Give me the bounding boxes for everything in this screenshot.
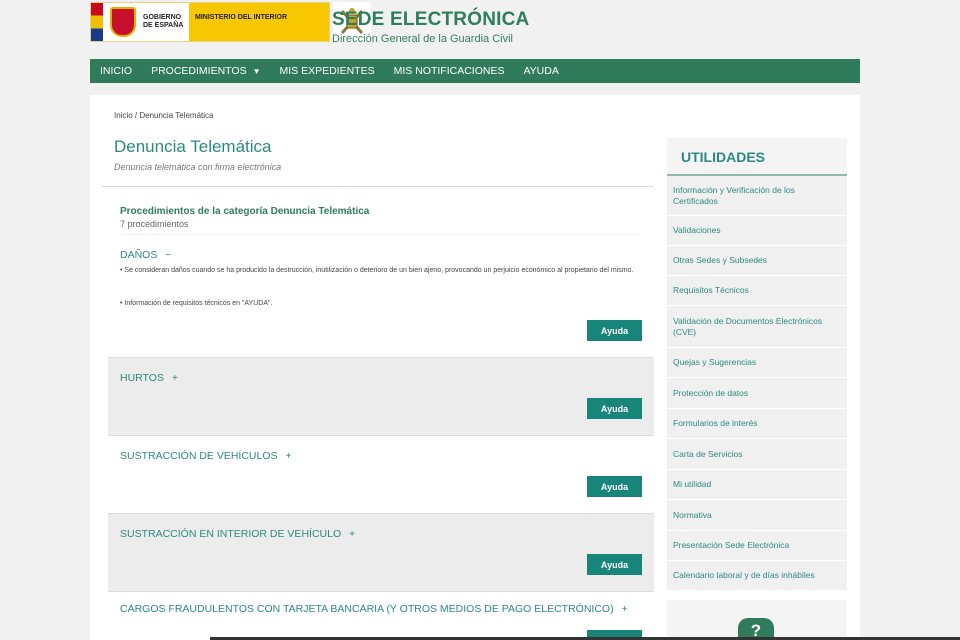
section-description: • Se consideran daños cuando se ha produ…	[120, 267, 634, 274]
expand-icon: +	[285, 451, 292, 462]
section-danos: DAÑOS − • Se consideran daños cuando se h…	[108, 235, 654, 357]
divider	[102, 186, 654, 187]
page-title: Denuncia Telemática	[114, 137, 272, 156]
util-item-formularios[interactable]: Formularios de interés	[667, 409, 847, 439]
util-item-presentacion[interactable]: Presentación Sede Electrónica	[667, 531, 847, 561]
util-item-mi-utilidad[interactable]: Mi utilidad	[667, 470, 847, 500]
nav-item-inicio[interactable]: INICIO	[100, 65, 132, 77]
util-item-proteccion-datos[interactable]: Protección de datos	[667, 378, 847, 409]
expand-icon: +	[171, 373, 178, 384]
section-toggle-sustraccion-vehiculos[interactable]: SUSTRACCIÓN DE VEHÍCULOS +	[120, 450, 291, 462]
category-count: 7 procedimientos	[120, 219, 189, 229]
nav-label: INICIO	[100, 65, 133, 77]
page-subtitle: Denuncia telemática con firma electrónic…	[114, 162, 282, 172]
section-hurtos: HURTOS + Ayuda	[108, 358, 654, 435]
util-item-otras-sedes[interactable]: Otras Sedes y Subsedes	[667, 246, 847, 276]
category-title: Procedimientos de la categoría Denuncia …	[120, 206, 370, 217]
util-item-cve[interactable]: Validación de Documentos Electrónicos (C…	[667, 306, 847, 348]
nav-label: PROCEDIMIENTOS	[151, 65, 247, 77]
utilidades-title: UTILIDADES	[667, 138, 847, 176]
ayuda-button-sustraccion-vehiculos[interactable]: Ayuda	[587, 476, 642, 497]
expand-icon: +	[349, 529, 355, 540]
ayuda-button-sustraccion-interior[interactable]: Ayuda	[587, 554, 642, 575]
section-toggle-cargos-fraudulentos[interactable]: CARGOS FRAUDULENTOS CON TARJETA BANCARIA…	[120, 603, 627, 615]
util-item-calendario[interactable]: Calendario laboral y de días inhábiles	[667, 561, 847, 591]
content-card: Inicio / Denuncia Telemática Denuncia Te…	[90, 95, 860, 640]
section-sustraccion-interior: SUSTRACCIÓN EN INTERIOR DE VEHÍCULO + Ayu…	[108, 514, 654, 591]
nav-item-ayuda[interactable]: AYUDA	[523, 65, 558, 77]
nav-label: MIS EXPEDIENTES	[279, 65, 375, 77]
coat-of-arms-icon	[103, 3, 143, 41]
gobierno-logo[interactable]: GOBIERNO DE ESPAÑA MINISTERIO DEL INTERI…	[90, 2, 330, 42]
section-note: • Información de requisitos técnicos en …	[120, 300, 273, 307]
nav-label: MIS NOTIFICACIONES	[393, 65, 505, 77]
section-title: DAÑOS	[120, 249, 158, 261]
nav-item-procedimientos[interactable]: PROCEDIMIENTOS ▼	[151, 65, 260, 77]
nav-label: AYUDA	[523, 65, 559, 77]
gobierno-text: GOBIERNO DE ESPAÑA	[143, 14, 184, 29]
util-item-normativa[interactable]: Normativa	[667, 500, 847, 531]
util-item-quejas[interactable]: Quejas y Sugerencias	[667, 348, 847, 378]
section-toggle-hurtos[interactable]: HURTOS +	[120, 372, 178, 384]
section-toggle-danos[interactable]: DAÑOS −	[120, 249, 171, 261]
site-header: GOBIERNO DE ESPAÑA MINISTERIO DEL INTERI…	[90, 0, 860, 46]
section-cargos-fraudulentos: CARGOS FRAUDULENTOS CON TARJETA BANCARIA…	[108, 592, 654, 640]
nav-item-mis-notificaciones[interactable]: MIS NOTIFICACIONES	[394, 65, 505, 77]
section-title: SUSTRACCIÓN DE VEHÍCULOS	[120, 450, 278, 462]
spain-flag-stripe	[91, 3, 103, 41]
collapse-icon: −	[165, 250, 172, 261]
util-item-certificados[interactable]: Información y Verificación de los Certif…	[667, 176, 847, 216]
utilidades-sidebar: UTILIDADES Información y Verificación de…	[667, 138, 847, 591]
util-item-carta-servicios[interactable]: Carta de Servicios	[667, 439, 847, 470]
ayuda-button-hurtos[interactable]: Ayuda	[587, 398, 642, 419]
ministerio-text: MINISTERIO DEL INTERIOR	[189, 3, 329, 41]
site-subtitle: Dirección General de la Guardia Civil	[332, 33, 513, 45]
section-title: HURTOS	[120, 372, 164, 384]
util-item-validaciones[interactable]: Validaciones	[667, 216, 847, 246]
ayuda-button-danos[interactable]: Ayuda	[587, 320, 642, 341]
util-item-requisitos[interactable]: Requisitos Técnicos	[667, 276, 847, 306]
section-title: SUSTRACCIÓN EN INTERIOR DE VEHÍCULO	[120, 528, 342, 540]
nav-item-mis-expedientes[interactable]: MIS EXPEDIENTES	[280, 65, 375, 77]
chevron-down-icon: ▼	[252, 67, 261, 76]
section-title: CARGOS FRAUDULENTOS CON TARJETA BANCARIA…	[120, 603, 614, 615]
breadcrumb[interactable]: Inicio / Denuncia Telemática	[114, 111, 213, 120]
main-nav: INICIO PROCEDIMIENTOS ▼ MIS EXPEDIENTES M…	[90, 59, 860, 83]
section-toggle-sustraccion-interior[interactable]: SUSTRACCIÓN EN INTERIOR DE VEHÍCULO +	[120, 528, 355, 540]
expand-icon: +	[621, 604, 628, 615]
section-sustraccion-vehiculos: SUSTRACCIÓN DE VEHÍCULOS + Ayuda	[108, 436, 654, 513]
site-title: SEDE ELECTRÓNICA	[332, 9, 530, 30]
